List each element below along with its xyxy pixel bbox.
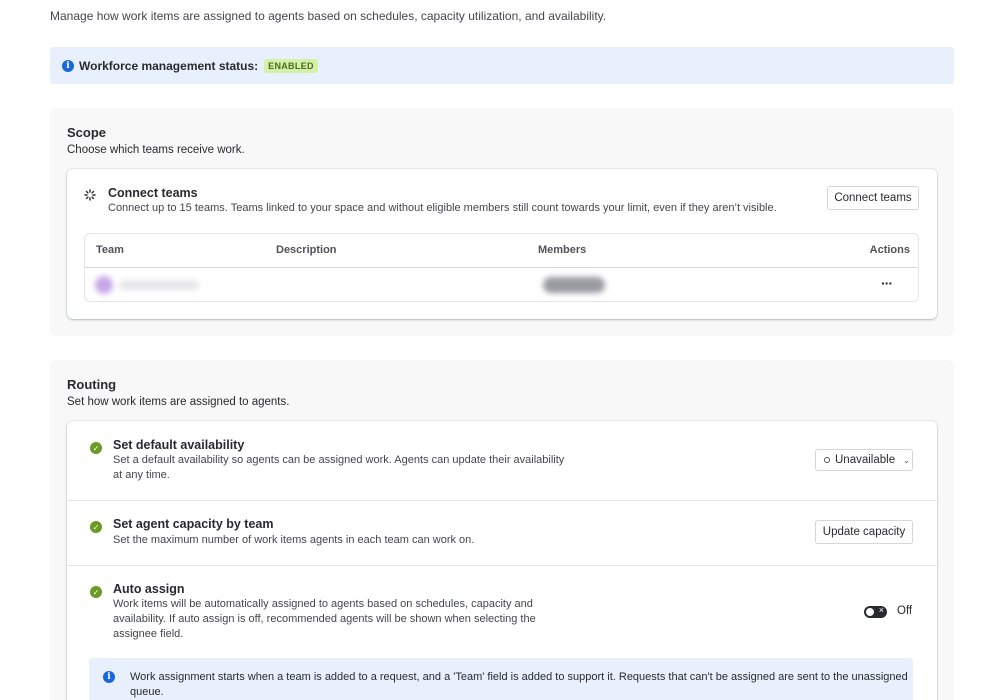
availability-select[interactable]: Unavailable ⌄ bbox=[815, 449, 913, 471]
column-header-team[interactable]: Team bbox=[96, 244, 124, 256]
auto-assign-toggle-label: Off bbox=[897, 605, 913, 617]
connect-teams-button[interactable]: Connect teams bbox=[827, 186, 919, 210]
auto-assign-title: Auto assign bbox=[113, 582, 185, 596]
more-actions-button[interactable]: ··· bbox=[881, 275, 893, 291]
work-assignment-note: i Work assignment starts when a team is … bbox=[89, 658, 913, 700]
capacity-title: Set agent capacity by team bbox=[113, 517, 274, 531]
table-row: ··· bbox=[85, 268, 918, 301]
status-badge: ENABLED bbox=[264, 58, 318, 73]
connect-teams-card: Connect teams Connect up to 15 teams. Te… bbox=[67, 169, 937, 319]
page-description: Manage how work items are assigned to ag… bbox=[50, 9, 607, 23]
column-header-actions[interactable]: Actions bbox=[870, 244, 910, 256]
connect-teams-description: Connect up to 15 teams. Teams linked to … bbox=[108, 202, 777, 214]
row-divider bbox=[67, 500, 937, 501]
availability-select-value: Unavailable bbox=[835, 454, 896, 466]
scope-section: Scope Choose which teams receive work. C… bbox=[50, 108, 954, 336]
close-icon: × bbox=[878, 605, 884, 615]
check-circle-icon: ✓ bbox=[90, 521, 102, 533]
note-text: Work assignment starts when a team is ad… bbox=[130, 671, 908, 698]
scope-subtitle: Choose which teams receive work. bbox=[67, 144, 245, 156]
info-icon: i bbox=[103, 671, 115, 683]
connect-teams-title: Connect teams bbox=[108, 186, 198, 200]
status-label: Workforce management status: bbox=[79, 58, 259, 73]
status-dot-icon bbox=[824, 457, 830, 463]
info-icon: i bbox=[62, 59, 74, 72]
column-header-members[interactable]: Members bbox=[538, 244, 586, 256]
auto-assign-toggle[interactable]: × bbox=[864, 605, 887, 618]
routing-subtitle: Set how work items are assigned to agent… bbox=[67, 396, 290, 408]
chevron-down-icon: ⌄ bbox=[903, 455, 910, 465]
workforce-status-banner: i Workforce management status: ENABLED bbox=[50, 47, 954, 84]
team-name bbox=[119, 280, 199, 290]
member-avatars bbox=[543, 277, 605, 293]
routing-title: Routing bbox=[67, 377, 117, 392]
default-availability-description: Set a default availability so agents can… bbox=[113, 454, 565, 481]
default-availability-title: Set default availability bbox=[113, 438, 245, 452]
routing-section: Routing Set how work items are assigned … bbox=[50, 360, 954, 700]
check-circle-icon: ✓ bbox=[90, 442, 102, 454]
capacity-description: Set the maximum number of work items age… bbox=[113, 534, 475, 546]
routing-card: ✓ Set default availability Set a default… bbox=[67, 421, 937, 700]
auto-assign-description: Work items will be automatically assigne… bbox=[113, 598, 536, 640]
update-capacity-button[interactable]: Update capacity bbox=[815, 520, 913, 544]
row-divider bbox=[67, 565, 937, 566]
loading-spinner-icon bbox=[84, 189, 96, 201]
scope-title: Scope bbox=[67, 125, 107, 140]
check-circle-icon: ✓ bbox=[90, 586, 102, 598]
team-avatar bbox=[95, 276, 113, 294]
column-header-description[interactable]: Description bbox=[276, 244, 337, 256]
toggle-knob bbox=[866, 608, 874, 616]
teams-table: Team Description Members Actions ··· bbox=[84, 233, 919, 302]
